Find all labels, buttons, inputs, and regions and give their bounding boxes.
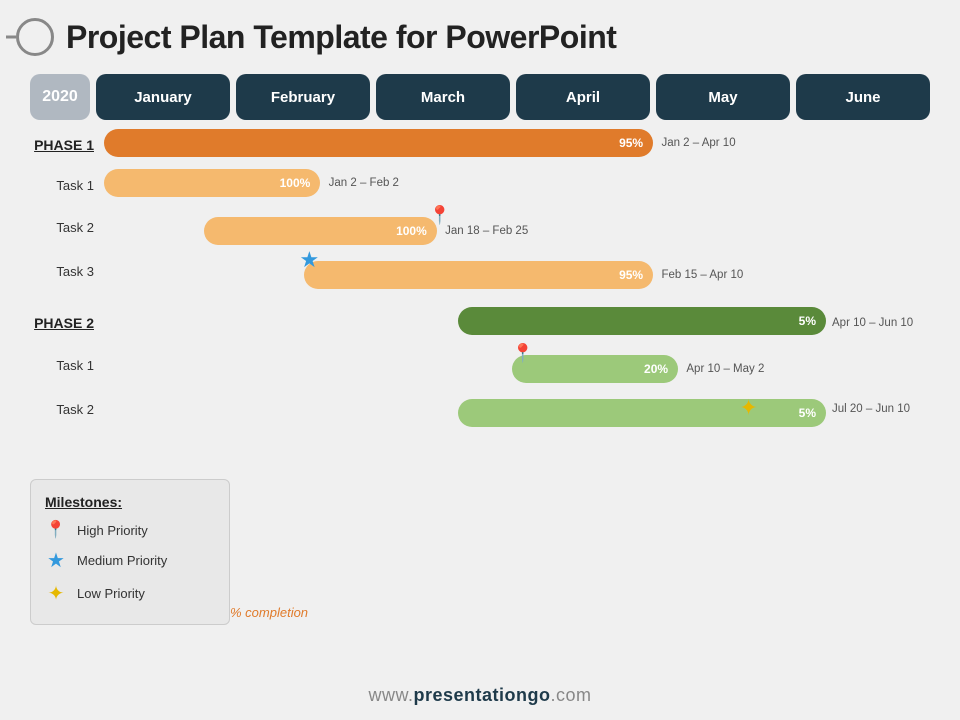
legend-low-priority: ✦ Low Priority <box>45 581 209 606</box>
task1-p2-row: Task 1 📍 20% Apr 10 – May 2 <box>24 344 936 386</box>
legend-medium-priority: ★ Medium Priority <box>45 548 209 573</box>
month-february: February <box>236 74 370 120</box>
year-cell: 2020 <box>30 74 90 120</box>
phase2-date: Apr 10 – Jun 10 <box>826 317 936 329</box>
month-january: January <box>96 74 230 120</box>
phase1-row: PHASE 1 95% Jan 2 – Apr 10 <box>24 126 936 164</box>
pct-completion-label: % completion <box>230 605 308 620</box>
milestone-low-task2p2: ✦ <box>739 395 757 421</box>
milestone-high-task2: 📍 <box>428 205 450 226</box>
task2-p1-row: Task 2 📍 100% Jan 18 – Feb 25 <box>24 206 936 248</box>
task2-p2-row: Task 2 5% ✦ Jul 20 – Jun 10 <box>24 388 936 430</box>
task1-p1-row: Task 1 100% Jan 2 – Feb 2 <box>24 166 936 204</box>
phase2-bar: 5% <box>458 307 826 335</box>
task1-p1-bar-container: 100% Jan 2 – Feb 2 <box>104 169 936 201</box>
task2-p1-label: Task 2 <box>24 220 104 235</box>
month-april: April <box>516 74 650 120</box>
footer: www.presentationgo.com <box>0 685 960 706</box>
task3-p1-bar-container: ★ 95% Feb 15 – Apr 10 <box>104 251 936 291</box>
high-priority-icon: 📍 <box>45 520 67 540</box>
legend-title: Milestones: <box>45 494 209 510</box>
month-march: March <box>376 74 510 120</box>
task2-p2-bar: 5% <box>458 399 826 427</box>
task1-p1-bar: 100% <box>104 169 320 197</box>
task2-p2-label: Task 2 <box>24 402 104 417</box>
task1-p1-label: Task 1 <box>24 178 104 193</box>
month-june: June <box>796 74 930 120</box>
phase2-row: PHASE 2 5% Apr 10 – Jun 10 Apr 10 – Jun … <box>24 304 936 342</box>
task2-p1-bar: 100% <box>204 217 437 245</box>
phase1-date: Jan 2 – Apr 10 <box>661 137 735 149</box>
task1-p2-bar-container: 📍 20% Apr 10 – May 2 <box>104 345 936 385</box>
header-icon <box>16 18 54 56</box>
page-title: Project Plan Template for PowerPoint <box>66 19 616 56</box>
task3-p1-label: Task 3 <box>24 264 104 279</box>
task1-p2-date: Apr 10 – May 2 <box>686 363 764 375</box>
high-priority-label: High Priority <box>77 523 148 538</box>
task1-p1-date: Jan 2 – Feb 2 <box>329 177 399 189</box>
task2-p2-bar-container: 5% ✦ <box>104 389 826 429</box>
task2-p1-bar-container: 📍 100% Jan 18 – Feb 25 <box>104 207 936 247</box>
task1-p2-bar: 20% <box>512 355 678 383</box>
footer-highlight: presentationgo <box>413 685 550 705</box>
low-priority-label: Low Priority <box>77 586 145 601</box>
phase2-bar-container: 5% Apr 10 – Jun 10 <box>104 307 826 339</box>
medium-priority-icon: ★ <box>45 548 67 573</box>
legend-high-priority: 📍 High Priority <box>45 520 209 540</box>
page-header: Project Plan Template for PowerPoint <box>0 0 960 66</box>
phase1-bar-container: 95% Jan 2 – Apr 10 <box>104 129 936 161</box>
task3-p1-row: Task 3 ★ 95% Feb 15 – Apr 10 <box>24 250 936 292</box>
phase2-label: PHASE 2 <box>24 315 104 331</box>
task3-p1-date: Feb 15 – Apr 10 <box>661 269 743 281</box>
gantt-area: PHASE 1 95% Jan 2 – Apr 10 Task 1 100% J… <box>24 126 936 430</box>
task3-p1-bar: 95% <box>304 261 653 289</box>
month-may: May <box>656 74 790 120</box>
months-row: 2020 January February March April May Ju… <box>30 74 930 120</box>
milestone-medium-task3: ★ <box>300 247 320 273</box>
task2-p2-date: Jul 20 – Jun 10 <box>826 403 936 415</box>
low-priority-icon: ✦ <box>45 581 67 606</box>
medium-priority-label: Medium Priority <box>77 553 167 568</box>
task1-p2-label: Task 1 <box>24 358 104 373</box>
legend-box: Milestones: 📍 High Priority ★ Medium Pri… <box>30 479 230 625</box>
milestone-high-task1p2: 📍 <box>512 343 534 364</box>
phase1-label: PHASE 1 <box>24 137 104 153</box>
task2-p1-date: Jan 18 – Feb 25 <box>445 225 528 237</box>
phase1-bar: 95% <box>104 129 653 157</box>
